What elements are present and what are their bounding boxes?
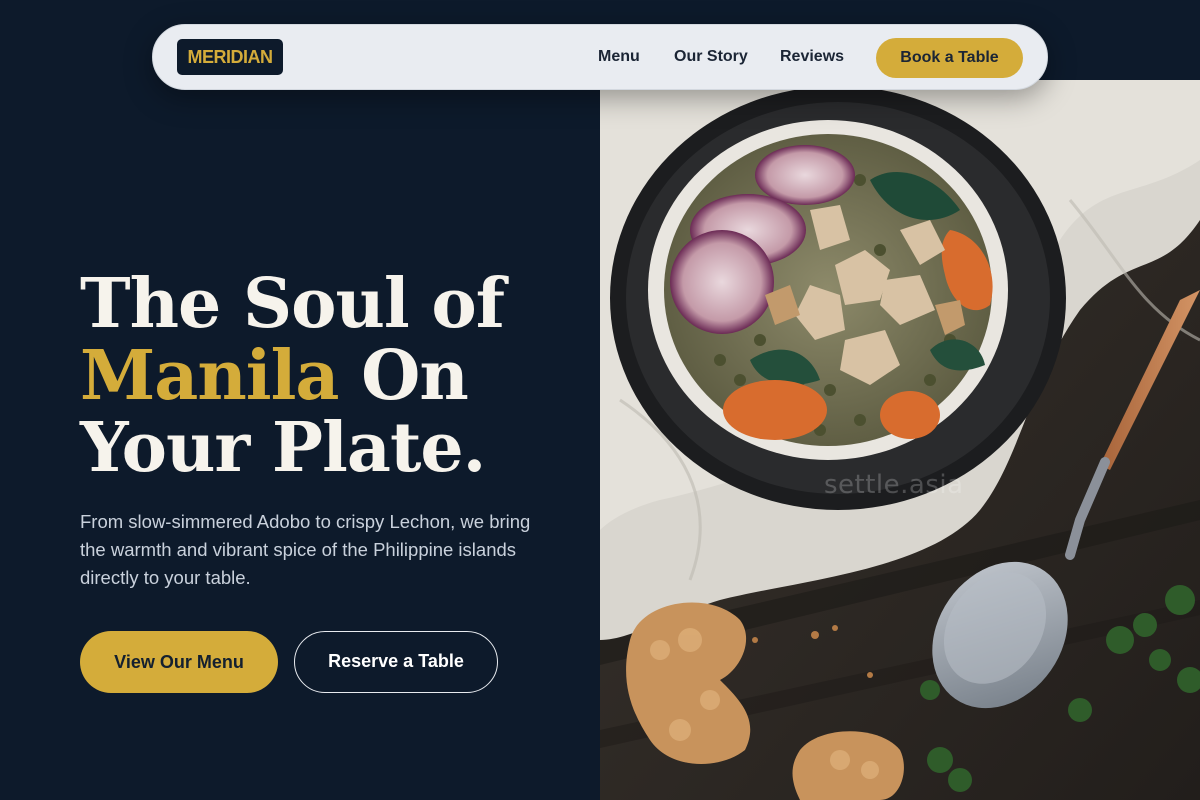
hero-title-line-3: Your Plate. bbox=[80, 408, 486, 488]
nav-link-menu[interactable]: Menu bbox=[598, 47, 640, 67]
food-photo-illustration bbox=[600, 80, 1200, 800]
navbar: MERIDIAN Menu Our Story Reviews Book a T… bbox=[152, 24, 1048, 90]
hero-description: From slow-simmered Adobo to crispy Lecho… bbox=[80, 511, 531, 588]
book-table-button[interactable]: Book a Table bbox=[876, 38, 1023, 78]
view-menu-button[interactable]: View Our Menu bbox=[80, 631, 278, 693]
nav-link-our-story[interactable]: Our Story bbox=[674, 47, 748, 67]
hero-title-line-2-rest: On bbox=[338, 336, 469, 416]
logo[interactable]: MERIDIAN bbox=[177, 39, 283, 75]
image-watermark: settle.asia bbox=[824, 470, 964, 500]
nav-link-reviews[interactable]: Reviews bbox=[780, 47, 844, 67]
hero-image bbox=[600, 80, 1200, 800]
reserve-table-button[interactable]: Reserve a Table bbox=[294, 631, 498, 693]
hero-title-line-1: The Soul of bbox=[80, 264, 505, 344]
hero-title-line-2: Manila On bbox=[80, 340, 600, 412]
hero-title: The Soul of Manila On Your Plate. bbox=[80, 268, 600, 484]
hero-title-accent: Manila bbox=[80, 336, 339, 416]
